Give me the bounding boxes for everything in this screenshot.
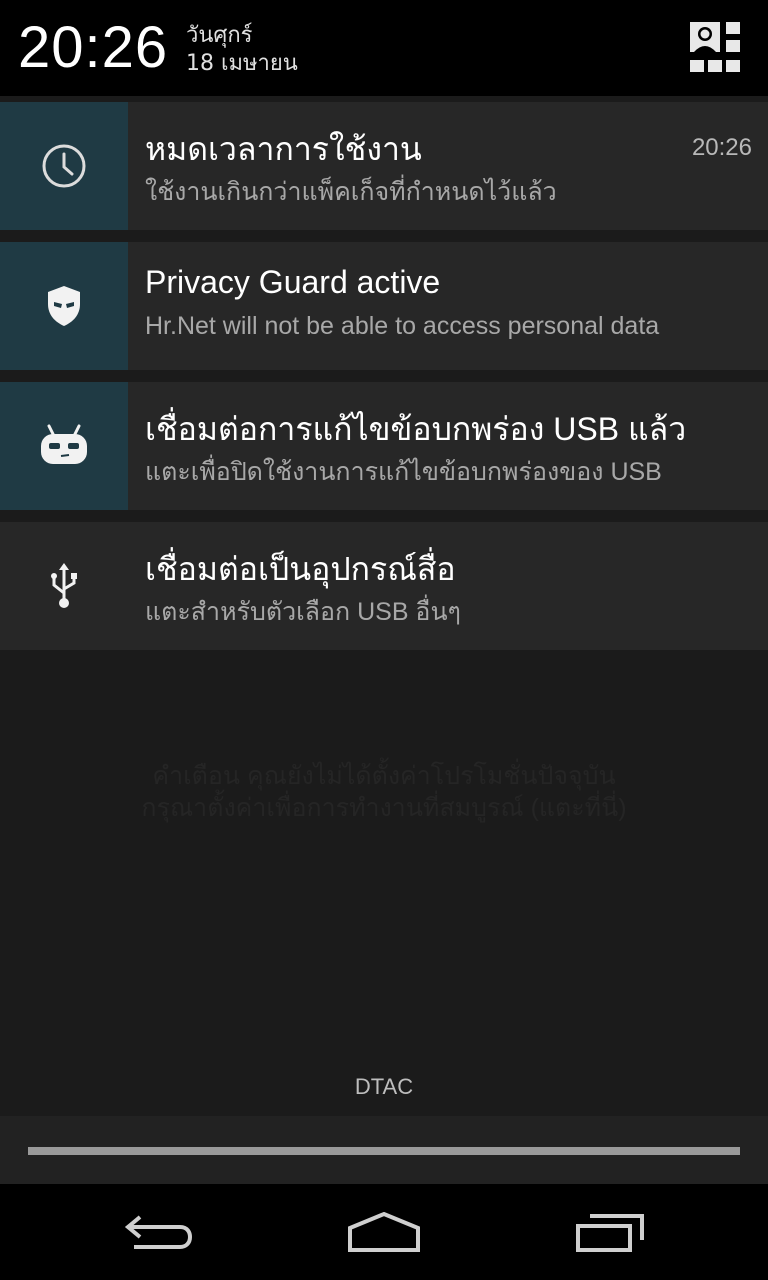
quick-settings-icon	[690, 22, 740, 72]
date-block: วันศุกร์ 18 เมษายน	[186, 22, 298, 78]
notification-usage-timeout[interactable]: หมดเวลาการใช้งาน ใช้งานเกินกว่าแพ็คเก็จท…	[0, 102, 768, 230]
date-label: 18 เมษายน	[186, 51, 298, 76]
notification-text: ใช้งานเกินกว่าแพ็คเก็จที่กำหนดไว้แล้ว	[145, 178, 557, 206]
home-button[interactable]	[329, 1198, 439, 1268]
usb-icon	[51, 563, 77, 608]
warning-line: กรุณาตั้งค่าเพื่อการทำงานที่สมบูรณ์ (แตะ…	[141, 794, 627, 822]
notification-privacy-guard[interactable]: Privacy Guard active Hr.Net will not be …	[0, 242, 768, 370]
notification-icon-area	[0, 382, 128, 510]
cyanogenmod-cid-icon	[41, 424, 87, 464]
recents-icon	[576, 1214, 644, 1252]
notification-title: Privacy Guard active	[145, 264, 441, 300]
privacy-guard-shield-icon	[48, 286, 80, 326]
background-warning-text: คำเตือน คุณยังไม่ได้ตั้งค่าโปรโมชั่นปัจจ…	[0, 760, 768, 824]
day-label: วันศุกร์	[186, 23, 253, 48]
back-button[interactable]	[104, 1198, 214, 1268]
back-icon	[124, 1215, 193, 1249]
navigation-bar	[0, 1184, 768, 1280]
notification-title: เชื่อมต่อเป็นอุปกรณ์สื่อ	[145, 551, 456, 587]
notification-icon-area	[0, 102, 128, 230]
home-icon	[348, 1212, 420, 1252]
notification-text: แตะสำหรับตัวเลือก USB อื่นๆ	[145, 598, 461, 626]
notification-text: แตะเพื่อปิดใช้งานการแก้ไขข้อบกพร่องของ U…	[145, 458, 662, 486]
clock-icon	[42, 144, 86, 188]
quick-settings-profile-button[interactable]	[690, 22, 744, 76]
notification-time: 20:26	[691, 134, 752, 161]
notification-usb-media-device[interactable]: เชื่อมต่อเป็นอุปกรณ์สื่อ แตะสำหรับตัวเลื…	[0, 522, 768, 650]
clock: 20:26	[18, 15, 169, 80]
warning-line: คำเตือน คุณยังไม่ได้ตั้งค่าโปรโมชั่นปัจจ…	[152, 762, 616, 790]
recents-button[interactable]	[555, 1198, 665, 1268]
panel-drag-handle[interactable]	[28, 1147, 740, 1155]
notification-title: หมดเวลาการใช้งาน	[145, 131, 422, 167]
notification-icon-area	[0, 522, 128, 650]
notification-title: เชื่อมต่อการแก้ไขข้อบกพร่อง USB แล้ว	[145, 411, 687, 447]
carrier-label: DTAC	[354, 1074, 414, 1099]
notification-text: Hr.Net will not be able to access person…	[145, 312, 660, 340]
notification-header: 20:26 วันศุกร์ 18 เมษายน	[0, 0, 768, 96]
notification-usb-debugging[interactable]: เชื่อมต่อการแก้ไขข้อบกพร่อง USB แล้ว แตะ…	[0, 382, 768, 510]
notification-icon-area	[0, 242, 128, 370]
